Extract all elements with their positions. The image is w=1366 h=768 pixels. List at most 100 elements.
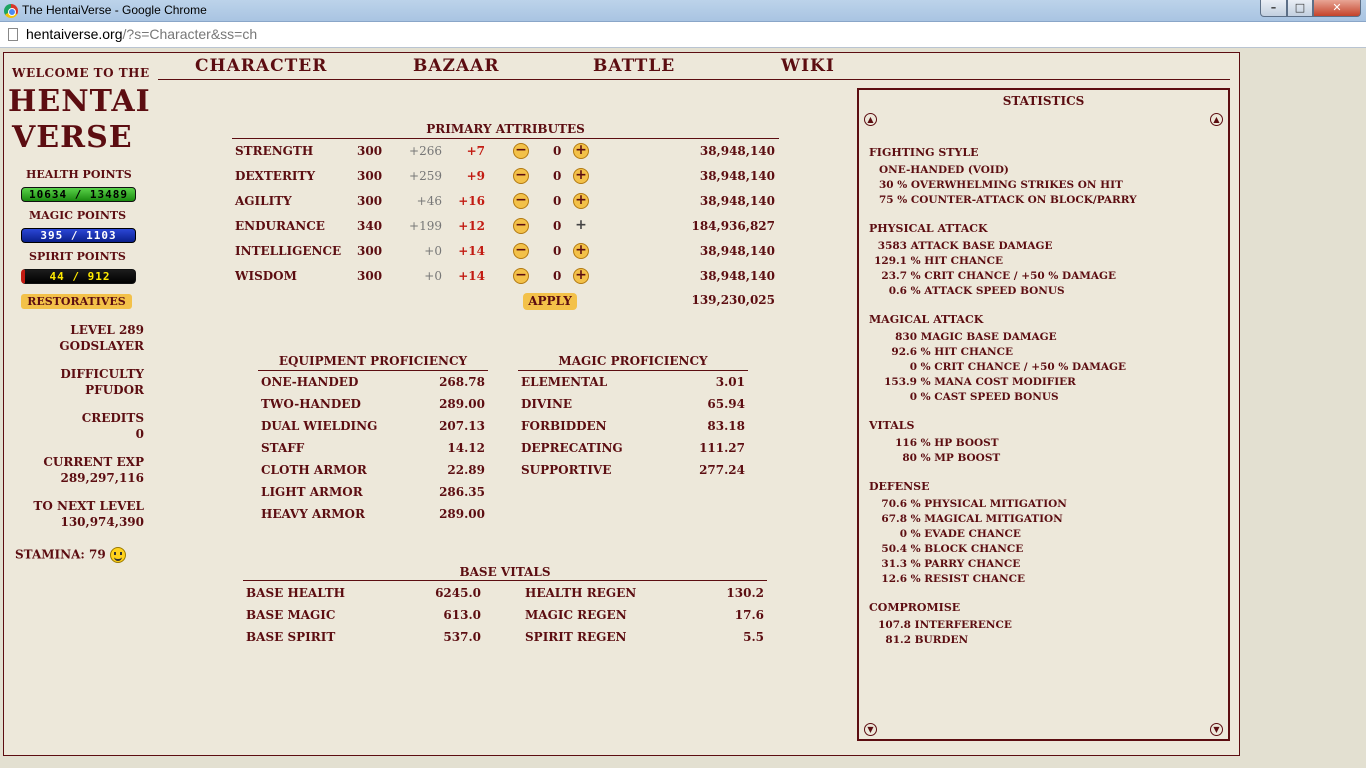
stat-line: 80 % MP BOOST xyxy=(869,451,1000,466)
magic-value: 83.18 xyxy=(707,419,745,433)
stat-num: 12.6 xyxy=(881,573,907,585)
attribute-row-wisdom: WISDOM 300 +0 +14 − 0 + 38,948,140 xyxy=(235,268,780,287)
nav-divider xyxy=(158,79,1230,80)
stamina-text: STAMINA: 79 xyxy=(15,547,106,562)
address-bar[interactable]: hentaiverse.org/?s=Character&ss=ch xyxy=(0,22,1366,48)
scroll-up-icon[interactable]: ▲ xyxy=(1210,113,1223,126)
decrease-button[interactable]: − xyxy=(513,143,529,159)
stat-text: % HIT CHANCE xyxy=(920,346,1013,358)
level-info: LEVEL 289 GODSLAYER xyxy=(59,322,144,354)
equip-row: CLOTH ARMOR 22.89 xyxy=(261,463,485,479)
url-text[interactable]: hentaiverse.org/?s=Character&ss=ch xyxy=(26,26,257,42)
scroll-down-icon[interactable]: ▼ xyxy=(1210,723,1223,736)
attr-exp-cost: 38,948,140 xyxy=(699,169,775,183)
increase-button[interactable]: + xyxy=(573,268,589,284)
window-titlebar: The HentaiVerse - Google Chrome – □ ✕ xyxy=(0,0,1366,22)
attr-exp-cost: 38,948,140 xyxy=(699,244,775,258)
vitals-heading: VITALS xyxy=(869,419,915,432)
magic-value: 3.01 xyxy=(715,375,745,389)
exp-label: CURRENT EXP xyxy=(43,455,144,469)
equip-name: STAFF xyxy=(261,441,305,455)
vitals-row: BASE MAGIC 613.0 MAGIC REGEN 17.6 xyxy=(246,608,764,624)
attr-assign: 0 xyxy=(553,169,562,183)
stat-line: 0 % EVADE CHANCE xyxy=(869,527,1021,542)
magic-row: FORBIDDEN 83.18 xyxy=(521,419,745,435)
vital-value: 613.0 xyxy=(443,608,481,622)
equipment-divider xyxy=(258,370,488,371)
magic-value: 65.94 xyxy=(707,397,745,411)
stat-num: 0 xyxy=(909,361,917,373)
scroll-down-icon[interactable]: ▼ xyxy=(864,723,877,736)
attr-bonus: +12 xyxy=(458,219,485,233)
decrease-button[interactable]: − xyxy=(513,243,529,259)
stat-text: BURDEN xyxy=(914,634,969,646)
stat-num: 81.2 xyxy=(885,634,911,646)
stat-line: 12.6 % RESIST CHANCE xyxy=(869,572,1025,587)
stat-num: 3583 xyxy=(877,240,907,252)
stat-num: 830 xyxy=(895,331,917,343)
decrease-button[interactable]: − xyxy=(513,268,529,284)
increase-button[interactable]: + xyxy=(573,193,589,209)
exp-value: 289,297,116 xyxy=(60,471,144,485)
equip-row: LIGHT ARMOR 286.35 xyxy=(261,485,485,501)
attr-modifier: +46 xyxy=(416,194,442,208)
vital-value: 537.0 xyxy=(443,630,481,644)
stat-num: 70.6 xyxy=(881,498,907,510)
fighting-style-heading: FIGHTING STYLE xyxy=(869,146,979,159)
nav-character[interactable]: CHARACTER xyxy=(195,56,327,76)
attr-assign: 0 xyxy=(553,244,562,258)
chrome-logo-icon xyxy=(4,4,18,18)
increase-button[interactable]: + xyxy=(573,143,589,159)
close-button[interactable]: ✕ xyxy=(1313,0,1361,17)
base-vitals-title: BASE VITALS xyxy=(459,565,551,579)
maximize-button[interactable]: □ xyxy=(1287,0,1313,17)
scroll-up-icon[interactable]: ▲ xyxy=(864,113,877,126)
nav-battle[interactable]: BATTLE xyxy=(593,56,675,76)
difficulty-info: DIFFICULTY PFUDOR xyxy=(60,366,144,398)
attr-base: 300 xyxy=(357,244,383,258)
magic-label: MAGIC POINTS xyxy=(29,209,127,222)
attr-base: 300 xyxy=(357,169,383,183)
stat-text: % EVADE CHANCE xyxy=(910,528,1021,540)
stat-line: 116 % HP BOOST xyxy=(869,436,998,451)
magic-row: ELEMENTAL 3.01 xyxy=(521,375,745,391)
exp-info: CURRENT EXP 289,297,116 xyxy=(43,454,144,486)
stat-num: 67.8 xyxy=(881,513,907,525)
attr-base: 300 xyxy=(357,194,383,208)
vitals-divider xyxy=(243,580,767,581)
equip-value: 22.89 xyxy=(447,463,485,477)
attribute-row-agility: AGILITY 300 +46 +16 − 0 + 38,948,140 xyxy=(235,193,780,212)
increase-button[interactable]: + xyxy=(573,168,589,184)
logo[interactable]: HENTAI VERSE xyxy=(8,84,151,156)
equip-value: 268.78 xyxy=(439,375,485,389)
regen-name: HEALTH REGEN xyxy=(525,586,637,600)
stat-text: % BLOCK CHANCE xyxy=(910,543,1024,555)
apply-button[interactable]: APPLY xyxy=(523,293,577,310)
attr-base: 300 xyxy=(357,269,383,283)
health-bar: 10634 / 13489 xyxy=(21,187,136,202)
decrease-button[interactable]: − xyxy=(513,168,529,184)
attr-exp-cost: 38,948,140 xyxy=(699,269,775,283)
restoratives-button[interactable]: RESTORATIVES xyxy=(21,294,132,309)
magic-row: DEPRECATING 111.27 xyxy=(521,441,745,457)
minimize-button[interactable]: – xyxy=(1260,0,1287,17)
decrease-button[interactable]: − xyxy=(513,218,529,234)
attr-modifier: +199 xyxy=(409,219,442,233)
magic-proficiency-title: MAGIC PROFICIENCY xyxy=(558,354,708,368)
attr-modifier: +0 xyxy=(424,244,442,258)
vitals-row: BASE HEALTH 6245.0 HEALTH REGEN 130.2 xyxy=(246,586,764,602)
statistics-title: STATISTICS xyxy=(1002,94,1085,108)
page-icon xyxy=(8,28,18,41)
difficulty-value: PFUDOR xyxy=(85,383,144,397)
nav-wiki[interactable]: WIKI xyxy=(781,56,835,76)
logo-line-2: VERSE xyxy=(12,120,133,155)
decrease-button[interactable]: − xyxy=(513,193,529,209)
magical-attack-heading: MAGICAL ATTACK xyxy=(869,313,984,326)
bottom-strip xyxy=(0,757,1366,768)
nav-bazaar[interactable]: BAZAAR xyxy=(413,56,499,76)
stat-line: 107.8 INTERFERENCE xyxy=(869,618,1012,633)
stat-text: % ATTACK SPEED BONUS xyxy=(910,285,1065,297)
attr-bonus: +7 xyxy=(466,144,485,158)
increase-button[interactable]: + xyxy=(573,243,589,259)
stat-text: % CRIT CHANCE / +50 % DAMAGE xyxy=(920,361,1126,373)
